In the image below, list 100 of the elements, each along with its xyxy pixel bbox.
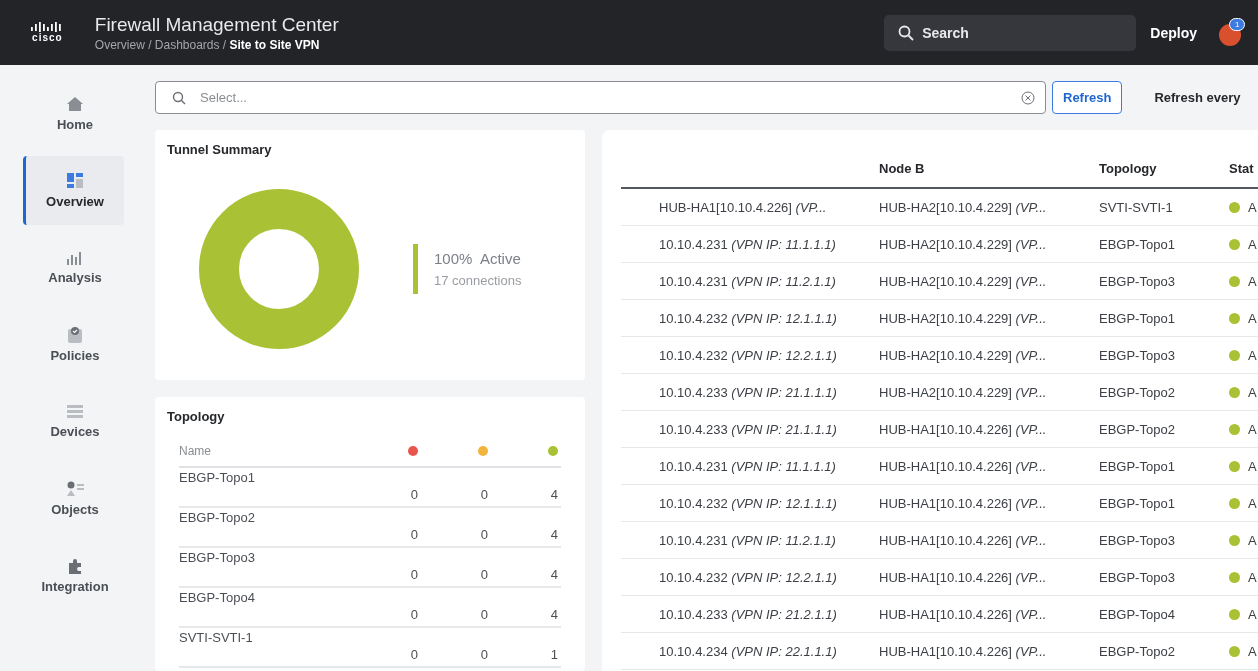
table-cell: 0 — [410, 527, 418, 542]
table-cell: A — [1248, 643, 1257, 659]
table-cell: EBGP-Topo1 — [1099, 458, 1175, 474]
card-title: Topology — [167, 409, 226, 424]
table-cell: 10.10.4.231 (VPN IP: 11.2.1.1) — [659, 532, 836, 548]
column-header: Stat — [1229, 160, 1254, 176]
table-cell: HUB-HA1[10.10.4.226] (VP... — [879, 532, 1047, 548]
table-cell: HUB-HA1[10.10.4.226] (VP... — [879, 606, 1047, 622]
breadcrumb: Overview / Dashboards / Site to Site VPN — [94, 37, 320, 52]
refresh-button[interactable]: Refresh — [1052, 81, 1123, 114]
table-cell: EBGP-Topo3 — [179, 550, 255, 565]
table-cell: 10.10.4.234 (VPN IP: 22.1.1.1) — [659, 643, 837, 659]
sidebar-item[interactable]: Integration — [23, 541, 124, 610]
table-cell: A — [1248, 199, 1257, 215]
table-cell: 0 — [480, 487, 488, 502]
sidebar-item[interactable]: Overview — [23, 156, 124, 225]
table-cell: EBGP-Topo1 — [1099, 236, 1175, 252]
table-cell: EBGP-Topo4 — [1099, 606, 1175, 622]
search-field[interactable]: Search — [884, 14, 1137, 51]
deploy-button[interactable]: Deploy — [1150, 24, 1197, 41]
table-cell: A — [1248, 606, 1257, 622]
table-cell: A — [1248, 458, 1257, 474]
connections-count: 17 connections — [434, 273, 522, 288]
column-header: Name — [179, 444, 211, 458]
table-cell: 0 — [480, 527, 488, 542]
sidebar-item[interactable]: Policies — [23, 310, 124, 379]
table-cell: EBGP-Topo1 — [1099, 310, 1175, 326]
dashboard-icon — [67, 172, 83, 189]
table-cell: HUB-HA1[10.10.4.226] (VP... — [659, 199, 827, 215]
search-icon — [172, 90, 186, 105]
table-cell: 0 — [410, 487, 418, 502]
notification-badge: 1 — [1229, 17, 1246, 31]
legend-bar — [413, 244, 418, 294]
table-cell: 10.10.4.233 (VPN IP: 21.2.1.1) — [659, 606, 837, 622]
table-cell: 0 — [410, 567, 418, 582]
app-title: Firewall Management Center — [94, 13, 340, 36]
logo-icon — [31, 22, 64, 32]
table-cell: 1 — [550, 647, 558, 662]
table-cell: EBGP-Topo2 — [179, 510, 255, 525]
clear-icon[interactable] — [1021, 90, 1035, 105]
server-icon — [67, 404, 83, 419]
table-cell: A — [1248, 236, 1257, 252]
table-cell: 10.10.4.231 (VPN IP: 11.1.1.1) — [659, 236, 836, 252]
puzzle-icon — [67, 557, 83, 574]
column-header: Node B — [879, 160, 925, 176]
table-cell: HUB-HA1[10.10.4.226] (VP... — [879, 569, 1047, 585]
table-cell: 10.10.4.232 (VPN IP: 12.2.1.1) — [659, 347, 837, 363]
table-cell: 10.10.4.233 (VPN IP: 21.1.1.1) — [659, 384, 837, 400]
table-cell: 4 — [550, 527, 558, 542]
table-cell: HUB-HA2[10.10.4.229] (VP... — [879, 347, 1047, 363]
table-cell: A — [1248, 495, 1257, 511]
table-cell: 10.10.4.232 (VPN IP: 12.1.1.1) — [659, 495, 837, 511]
table-cell: 4 — [550, 607, 558, 622]
table-cell: HUB-HA1[10.10.4.226] (VP... — [879, 421, 1047, 437]
table-cell: 10.10.4.231 (VPN IP: 11.1.1.1) — [659, 458, 836, 474]
table-cell: A — [1248, 421, 1257, 437]
table-cell: EBGP-Topo3 — [1099, 532, 1175, 548]
table-cell: 10.10.4.232 (VPN IP: 12.1.1.1) — [659, 310, 837, 326]
table-cell: EBGP-Topo1 — [179, 470, 255, 485]
table-cell: EBGP-Topo2 — [1099, 384, 1175, 400]
table-cell: HUB-HA1[10.10.4.226] (VP... — [879, 458, 1047, 474]
column-header: Topology — [1099, 160, 1157, 176]
sidebar-item[interactable]: Home — [23, 79, 124, 148]
table-cell: A — [1248, 532, 1257, 548]
sidebar-item[interactable]: Objects — [23, 464, 124, 533]
sidebar-item[interactable]: Devices — [23, 387, 124, 456]
refresh-interval-label: Refresh every — [1154, 90, 1241, 105]
table-cell: 10.10.4.232 (VPN IP: 12.2.1.1) — [659, 569, 837, 585]
table-cell: EBGP-Topo2 — [1099, 421, 1175, 437]
table-cell: SVTI-SVTI-1 — [179, 630, 253, 645]
table-cell: A — [1248, 569, 1257, 585]
clipboard-check-icon — [68, 326, 82, 343]
table-cell: A — [1248, 310, 1257, 326]
search-icon — [898, 24, 915, 41]
table-cell: HUB-HA2[10.10.4.229] (VP... — [879, 199, 1047, 215]
table-cell: 0 — [410, 647, 418, 662]
table-cell: A — [1248, 384, 1257, 400]
table-cell: EBGP-Topo3 — [1099, 347, 1175, 363]
table-cell: 4 — [550, 567, 558, 582]
table-cell: SVTI-SVTI-1 — [1099, 199, 1173, 215]
active-percent: 100% Active — [434, 250, 522, 267]
table-cell: HUB-HA1[10.10.4.226] (VP... — [879, 643, 1047, 659]
table-cell: EBGP-Topo2 — [1099, 643, 1175, 659]
table-cell: 0 — [410, 607, 418, 622]
table-cell: HUB-HA1[10.10.4.226] (VP... — [879, 495, 1047, 511]
table-cell: HUB-HA2[10.10.4.229] (VP... — [879, 273, 1047, 289]
table-cell: 10.10.4.233 (VPN IP: 21.1.1.1) — [659, 421, 837, 437]
card-title: Tunnel Summary — [167, 142, 273, 157]
table-cell: HUB-HA2[10.10.4.229] (VP... — [879, 384, 1047, 400]
table-cell: A — [1248, 347, 1257, 363]
shapes-icon — [66, 480, 84, 497]
logo-wordmark: cisco — [32, 32, 63, 43]
table-cell: A — [1248, 273, 1257, 289]
table-cell: 0 — [480, 647, 488, 662]
table-cell: 10.10.4.231 (VPN IP: 11.2.1.1) — [659, 273, 836, 289]
sidebar-item[interactable]: Analysis — [23, 233, 124, 302]
table-cell: EBGP-Topo4 — [179, 590, 255, 605]
table-cell: EBGP-Topo1 — [1099, 495, 1175, 511]
bar-chart-icon — [67, 250, 83, 265]
home-icon — [66, 95, 84, 112]
